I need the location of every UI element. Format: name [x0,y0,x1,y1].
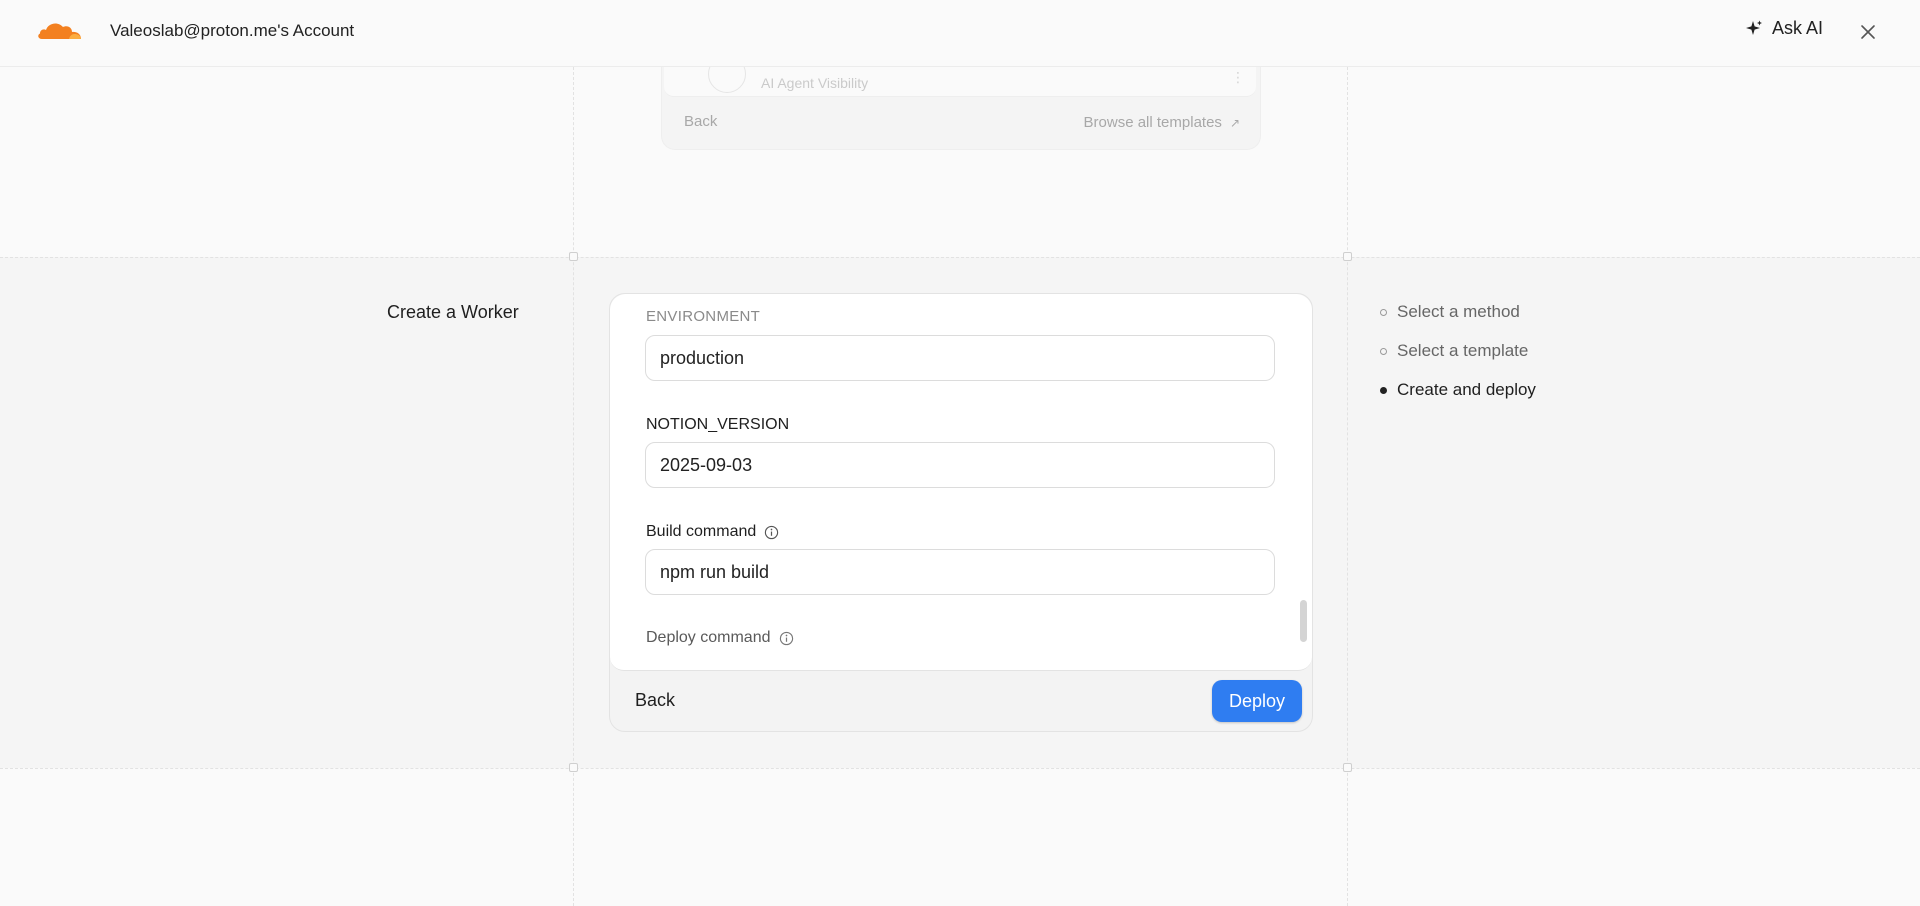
guide-handle [569,252,578,261]
section-title: Create a Worker [387,302,519,322]
sparkle-icon [1746,20,1762,35]
scrollbar-thumb[interactable] [1300,600,1307,642]
step-label: Select a method [1397,302,1520,321]
top-header: Valeoslab@proton.me's Account Ask AI [0,0,1920,67]
deploy-button[interactable]: Deploy [1212,680,1302,722]
environment-input[interactable] [645,335,1275,381]
step-dot-icon [1380,308,1387,316]
close-icon [1861,25,1875,39]
ask-ai-label: Ask AI [1772,18,1824,38]
browse-templates-link[interactable]: Browse all templates ↗ [1084,114,1240,131]
build-command-label-row: Build command [646,523,779,541]
template-list-item[interactable]: AI Agent Visibility ⋮ [664,67,1256,97]
ask-ai-button[interactable]: Ask AI [1744,18,1823,39]
close-button[interactable] [1855,19,1881,45]
account-title: Valeoslab@proton.me's Account [110,21,355,40]
notion-version-label: NOTION_VERSION [646,416,790,433]
cloudflare-logo-icon [38,23,81,39]
template-icon [708,67,746,93]
create-worker-card: ENVIRONMENT NOTION_VERSION Build command… [609,293,1313,732]
step-label: Create and deploy [1397,380,1536,399]
guide-line [573,67,574,906]
deploy-command-label-row: Deploy command [646,629,794,647]
step-dot-icon [1380,386,1387,394]
form-scroll-area[interactable]: ENVIRONMENT NOTION_VERSION Build command… [610,294,1312,671]
info-icon[interactable] [764,525,779,540]
guide-handle [1343,763,1352,772]
guide-line [1347,67,1348,906]
step-create-deploy[interactable]: Create and deploy [1380,380,1536,400]
step-label: Select a template [1397,341,1529,360]
deploy-command-label: Deploy command [646,629,771,646]
previous-step-card: AI Agent Visibility ⋮ Back Browse all te… [661,67,1261,150]
more-options-icon[interactable]: ⋮ [1231,69,1245,86]
browse-templates-label: Browse all templates [1083,114,1222,131]
template-label: AI Agent Visibility [761,75,869,91]
guide-line [0,768,1920,769]
step-select-template[interactable]: Select a template [1380,341,1528,361]
back-button[interactable]: Back [635,690,675,711]
step-dot-icon [1380,347,1387,355]
notion-version-input[interactable] [645,442,1275,488]
build-command-label: Build command [646,523,757,540]
guide-handle [1343,252,1352,261]
guide-line [0,257,1920,258]
guide-handle [569,763,578,772]
build-command-input[interactable] [645,549,1275,595]
previous-back-link[interactable]: Back [684,113,717,130]
info-icon[interactable] [779,631,794,646]
environment-label: ENVIRONMENT [646,308,761,325]
step-select-method[interactable]: Select a method [1380,302,1520,322]
external-link-icon: ↗ [1229,115,1240,130]
